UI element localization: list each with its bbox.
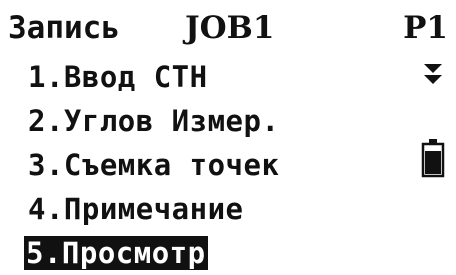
header-bar: Запись JOB1 P1 [8, 8, 448, 52]
menu-item-label: 2.Углов Измер. [28, 104, 280, 138]
menu-item-label: 4.Примечание [28, 192, 244, 226]
menu-item-point-survey[interactable]: 3.Съемка точек [8, 143, 408, 187]
job-name: JOB1 [185, 10, 275, 46]
menu-item-occupy-station[interactable]: 1.Ввод СТН [8, 55, 408, 99]
menu-item-label: 3.Съемка точек [28, 148, 280, 182]
menu-item-angle-measurement[interactable]: 2.Углов Измер. [8, 99, 408, 143]
menu-item-label: 1.Ввод СТН [28, 60, 208, 94]
menu-item-label: 5.Просмотр [24, 236, 208, 270]
page-indicator: P1 [403, 10, 448, 46]
battery-icon [421, 139, 445, 178]
device-screen: Запись JOB1 P1 1.Ввод СТН 2.Углов Измер.… [0, 0, 456, 270]
menu-item-note[interactable]: 4.Примечание [8, 187, 408, 231]
record-menu: 1.Ввод СТН 2.Углов Измер. 3.Съемка точек… [8, 55, 408, 275]
screen-title: Запись [8, 10, 120, 46]
menu-item-view[interactable]: 5.Просмотр [8, 231, 408, 275]
double-chevron-down-icon[interactable] [421, 58, 445, 92]
